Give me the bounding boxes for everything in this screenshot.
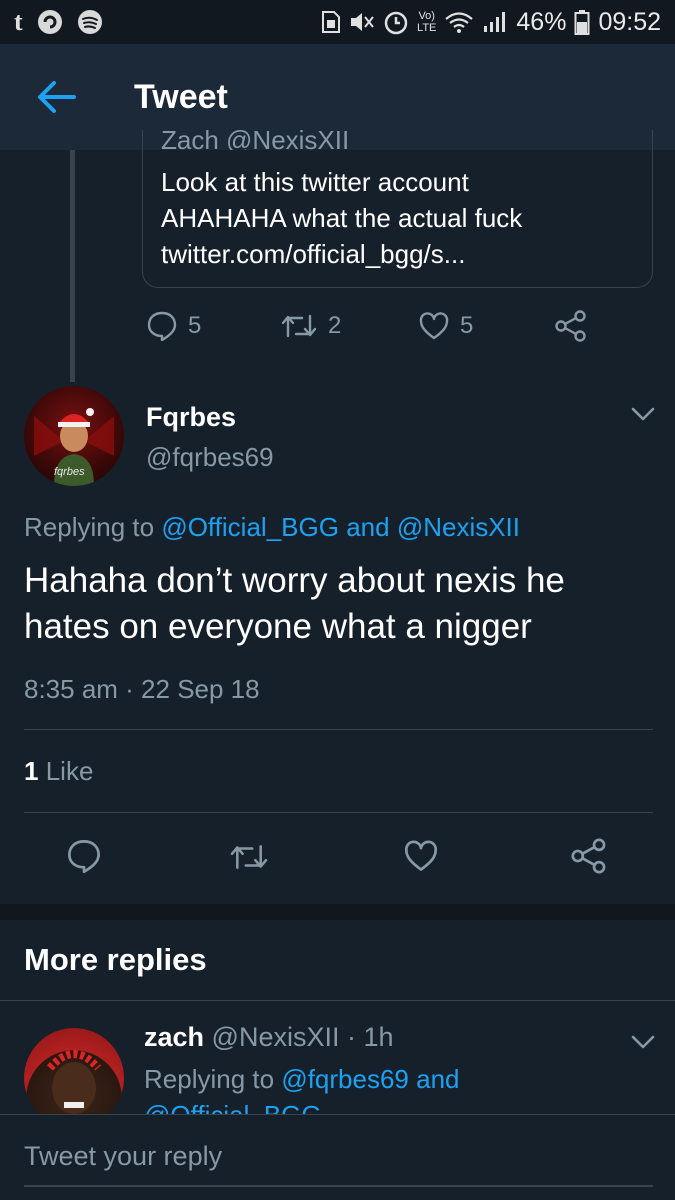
retweet-button[interactable] [228, 840, 270, 874]
parent-reply-count: 5 [188, 312, 202, 339]
sim-icon [322, 11, 341, 33]
tweet-timestamp: 8:35 am · 22 Sep 18 [24, 674, 260, 704]
share-icon [571, 838, 606, 874]
reply-avatar-image [46, 1050, 102, 1114]
heart-icon [419, 312, 449, 340]
like-button[interactable] [402, 838, 440, 874]
quoted-tweet-line: Look at this twitter account [161, 167, 469, 197]
like-count-link[interactable]: 1 Like [24, 756, 93, 787]
back-button[interactable] [26, 67, 86, 127]
unknown-app-icon [37, 10, 62, 34]
alarm-icon [384, 11, 408, 35]
back-arrow-icon [38, 81, 76, 113]
tweet-text-line: Hahaha don’t worry about nexis he [24, 561, 565, 600]
parent-retweet-button[interactable]: 2 [280, 310, 341, 342]
thread-connector [70, 150, 75, 382]
reply-mention-link[interactable]: @fqrbes69 [281, 1064, 409, 1094]
more-replies-heading: More replies [24, 942, 207, 977]
divider [24, 812, 653, 813]
quoted-tweet-text: Look at this twitter account AHAHAHA wha… [161, 164, 641, 272]
tweet-text-line: hates on everyone what a nigger [24, 607, 532, 646]
share-button[interactable] [570, 838, 608, 874]
reply-icon [68, 840, 100, 874]
parent-like-count: 5 [460, 312, 474, 339]
section-separator [0, 904, 675, 920]
network-label: Vo) LTE [417, 10, 437, 34]
reply-handle-time: @NexisXII · 1h [211, 1022, 394, 1052]
heart-icon [405, 840, 437, 871]
retweet-icon [281, 314, 317, 338]
replying-to-line: Replying to @Official_BGG and @NexisXII [24, 512, 520, 543]
spotify-icon [77, 10, 102, 34]
divider [24, 729, 653, 730]
clock: 09:52 [598, 7, 661, 36]
reply-replying-line: Replying to @fqrbes69 and [144, 1064, 460, 1095]
status-bar-app-icons: t [14, 7, 103, 37]
display-name[interactable]: Fqrbes [146, 402, 236, 433]
reply-mention-link[interactable]: @Official_BGG [161, 512, 339, 542]
parent-reply-button[interactable]: 5 [146, 310, 201, 342]
reply-button[interactable] [66, 838, 102, 874]
avatar-watermark: fqrbes [54, 466, 85, 478]
page-title: Tweet [134, 77, 228, 116]
quoted-tweet-line: twitter.com/official_bgg/s... [161, 239, 466, 269]
replying-prefix: Replying to [24, 512, 155, 542]
quoted-tweet-card[interactable]: Zach @NexisXII Look at this twitter acco… [142, 130, 653, 288]
reply-icon [147, 311, 177, 342]
parent-retweet-count: 2 [328, 312, 342, 339]
reply-and: and [346, 512, 390, 542]
replying-prefix: Replying to [144, 1064, 275, 1094]
status-bar: t Vo) LTE 46% 09:52 [0, 0, 675, 44]
reply-mention-link[interactable]: @NexisXII [397, 512, 520, 542]
like-label: Like [45, 756, 94, 786]
parent-like-button[interactable]: 5 [418, 310, 473, 342]
mute-icon [351, 13, 374, 31]
wifi-icon [445, 12, 474, 33]
chevron-down-icon [631, 1035, 655, 1049]
user-handle[interactable]: @fqrbes69 [146, 442, 274, 473]
tweet-text: Hahaha don’t worry about nexis he hates … [24, 558, 664, 650]
reply-avatar[interactable] [24, 1028, 124, 1128]
reply-menu-button[interactable] [626, 1028, 660, 1056]
reply-display-name: zach [144, 1022, 205, 1052]
battery-icon [574, 10, 590, 35]
parent-share-button[interactable] [554, 310, 588, 342]
share-icon [555, 310, 586, 342]
reply-and: and [416, 1064, 460, 1094]
quoted-tweet-author-cut: Zach @NexisXII [161, 130, 350, 150]
tumblr-icon: t [14, 7, 23, 36]
reply-mention-cut[interactable]: @Official_BGG [144, 1102, 322, 1114]
battery-percent: 46% [516, 7, 567, 36]
avatar[interactable]: fqrbes [24, 386, 124, 486]
quoted-tweet-line: AHAHAHA what the actual fuck [161, 203, 523, 233]
status-bar-system: Vo) LTE 46% 09:52 [321, 8, 661, 37]
chevron-down-icon [631, 407, 655, 421]
divider [0, 1000, 675, 1001]
reply-composer [0, 1114, 675, 1200]
like-count: 1 [24, 756, 39, 786]
reply-input[interactable] [24, 1137, 653, 1187]
tweet-menu-button[interactable] [626, 400, 660, 428]
reply-author-line[interactable]: zach @NexisXII · 1h [144, 1022, 394, 1053]
signal-icon [484, 12, 506, 32]
retweet-icon [230, 845, 268, 869]
